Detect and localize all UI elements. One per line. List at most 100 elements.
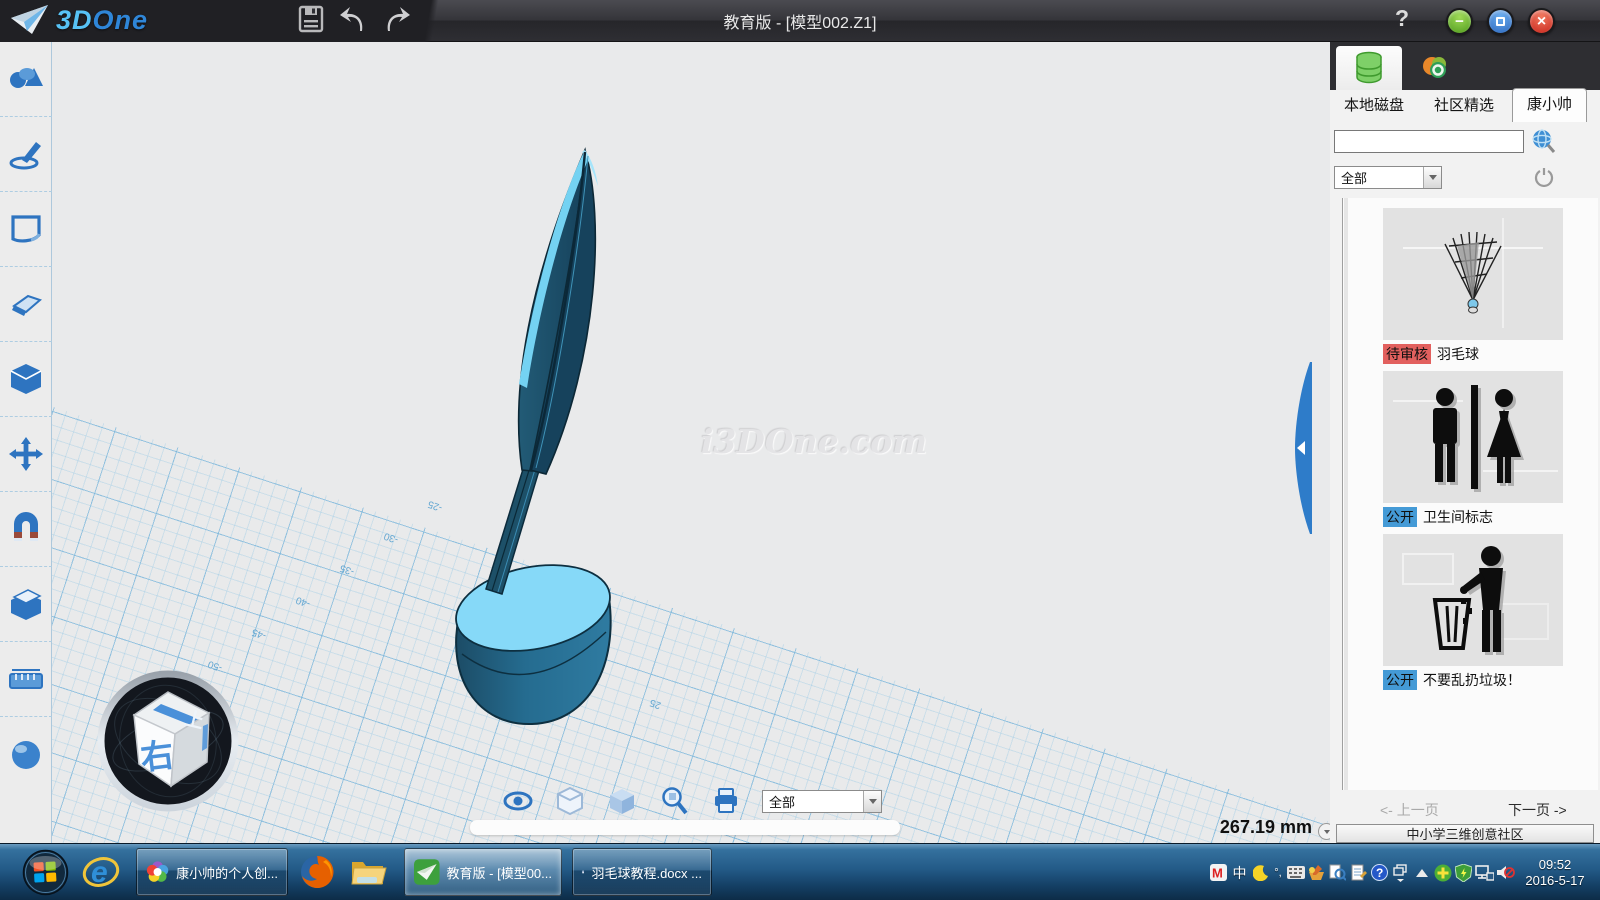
sketch-plane-tool-button[interactable] — [0, 192, 52, 267]
power-refresh-icon[interactable] — [1534, 167, 1554, 187]
taskbar-window-3done[interactable]: 教育版 - [模型00... — [404, 848, 562, 896]
status-badge-public: 公开 — [1383, 670, 1417, 690]
restore-icon — [1496, 17, 1505, 26]
category-filter-value: 全部 — [1335, 168, 1423, 187]
filter-row: 全部 — [1330, 166, 1600, 190]
tab-local-disk[interactable]: 本地磁盘 — [1336, 89, 1412, 122]
community-mode-tab[interactable] — [1410, 46, 1460, 90]
display-filter-select[interactable]: 全部 — [762, 790, 882, 813]
tray-drawing-tools-icon[interactable] — [1306, 844, 1327, 900]
close-button[interactable]: × — [1528, 8, 1555, 35]
prev-page-button[interactable]: <- 上一页 — [1380, 800, 1439, 820]
tray-moon-icon[interactable] — [1250, 844, 1271, 900]
grid-tick: -45 — [251, 626, 268, 641]
view-cube[interactable]: 上 右 — [95, 668, 241, 814]
primitives-tool-button[interactable] — [0, 42, 52, 117]
taskbar-window-word-doc[interactable]: W 羽毛球教程.docx ... — [572, 848, 712, 896]
tray-volume-muted-icon[interactable] — [1495, 844, 1516, 900]
m-letter: M — [1212, 866, 1223, 881]
tab-community-featured[interactable]: 社区精选 — [1426, 89, 1502, 122]
category-filter-select[interactable]: 全部 — [1334, 166, 1442, 189]
model-title: 羽毛球 — [1437, 344, 1479, 364]
wireframe-view-button[interactable] — [554, 785, 586, 817]
tray-mail-icon[interactable]: M — [1208, 844, 1229, 900]
panel-collapse-handle[interactable] — [1292, 362, 1312, 534]
measure-tool-button[interactable] — [0, 642, 52, 717]
cube-icon — [9, 362, 43, 396]
move-arrows-icon — [9, 437, 43, 471]
community-logo-icon — [1420, 53, 1450, 83]
tray-help-icon[interactable]: ? — [1369, 844, 1390, 900]
next-page-button[interactable]: 下一页 -> — [1508, 800, 1567, 820]
thumbnail-badminton[interactable] — [1383, 208, 1563, 340]
render-material-tool-button[interactable] — [0, 717, 52, 792]
tray-window-switch-icon[interactable] — [1390, 844, 1411, 900]
taskbar-explorer-button[interactable] — [348, 849, 390, 895]
combine-tool-button[interactable] — [0, 567, 52, 642]
horizontal-scrollbar[interactable] — [470, 820, 900, 835]
model-caption: 待审核 羽毛球 — [1383, 344, 1563, 364]
community-site-button[interactable]: 中小学三维创意社区 — [1336, 824, 1594, 843]
library-sidebar: 本地磁盘 社区精选 康小帅 全部 — [1330, 42, 1600, 843]
sketch-tool-button[interactable] — [0, 117, 52, 192]
library-mode-tab[interactable] — [1336, 46, 1402, 90]
tray-security-shield-icon[interactable] — [1453, 844, 1474, 900]
measurement-dropdown-button[interactable] — [1318, 823, 1330, 840]
snap-tool-button[interactable] — [0, 492, 52, 567]
tray-notes-icon[interactable] — [1348, 844, 1369, 900]
search-row — [1330, 130, 1600, 156]
model-card-badminton[interactable]: 待审核 羽毛球 — [1383, 208, 1563, 364]
model-card-no-littering[interactable]: 公开 不要乱扔垃圾！ — [1383, 534, 1563, 690]
modeling-viewport[interactable]: -50 -45 -40 -35 -30 -25 25 i3DOne.com — [52, 42, 1330, 843]
taskbar-window-personal-page[interactable]: 康小帅的个人创... — [136, 848, 288, 896]
library-tabs: 本地磁盘 社区精选 康小帅 — [1330, 90, 1600, 122]
chevron-down-icon[interactable] — [1423, 167, 1441, 188]
cube-sheet-icon — [8, 587, 44, 621]
tray-show-hidden-icons[interactable] — [1411, 844, 1432, 900]
windows-taskbar: e 康小帅的个人创... — [0, 843, 1600, 900]
system-tray: M 中 °, — [1208, 844, 1600, 900]
print-button[interactable] — [710, 785, 742, 817]
magnifier-cube-icon — [660, 786, 688, 816]
internet-explorer-icon: e — [82, 853, 120, 891]
zoom-view-button[interactable] — [658, 785, 690, 817]
tray-keyboard-icon[interactable] — [1285, 844, 1306, 900]
search-globe-icon[interactable] — [1530, 128, 1556, 154]
model-list: 待审核 羽毛球 — [1342, 198, 1598, 790]
model-shuttlecock-part[interactable] — [380, 130, 700, 770]
visibility-eye-button[interactable] — [502, 785, 534, 817]
taskbar-firefox-button[interactable] — [296, 849, 338, 895]
erase-tool-button[interactable] — [0, 267, 52, 342]
search-input[interactable] — [1334, 130, 1524, 153]
sidebar-mode-strip — [1330, 42, 1600, 90]
list-scrollbar-track[interactable] — [1344, 198, 1348, 790]
model-caption: 公开 卫生间标志 — [1383, 507, 1563, 527]
move-tool-button[interactable] — [0, 417, 52, 492]
tray-ime-indicator[interactable]: 中 — [1229, 844, 1250, 900]
shaded-view-button[interactable] — [606, 785, 638, 817]
status-badge-pending: 待审核 — [1383, 344, 1431, 364]
tray-360-safe-icon[interactable] — [1432, 844, 1453, 900]
taskbar-ie-button[interactable]: e — [80, 849, 122, 895]
ruler-icon — [8, 666, 44, 692]
model-card-restroom[interactable]: 公开 卫生间标志 — [1383, 371, 1563, 527]
eye-icon — [503, 791, 533, 811]
minimize-button[interactable]: − — [1446, 8, 1473, 35]
taskbar-clock[interactable]: 09:52 2016-5-17 — [1516, 857, 1600, 889]
folder-icon — [349, 855, 389, 889]
model-caption: 公开 不要乱扔垃圾！ — [1383, 670, 1563, 690]
help-button[interactable]: ? — [1388, 5, 1416, 35]
chevron-down-icon[interactable] — [863, 791, 881, 812]
tab-user-kangxiaoshuai[interactable]: 康小帅 — [1512, 88, 1587, 122]
pen-sketch-icon — [8, 138, 44, 170]
shuttlecock-sketch — [1383, 208, 1563, 340]
solid-feature-tool-button[interactable] — [0, 342, 52, 417]
tray-network-icon[interactable] — [1474, 844, 1495, 900]
restore-button[interactable] — [1487, 8, 1514, 35]
start-button[interactable] — [22, 849, 69, 896]
taskbar-window-label: 教育版 - [模型00... — [447, 863, 552, 882]
tray-ime-mode[interactable]: °, — [1271, 844, 1285, 900]
thumbnail-restroom[interactable] — [1383, 371, 1563, 503]
thumbnail-no-littering[interactable] — [1383, 534, 1563, 666]
tray-search-doc-icon[interactable] — [1327, 844, 1348, 900]
